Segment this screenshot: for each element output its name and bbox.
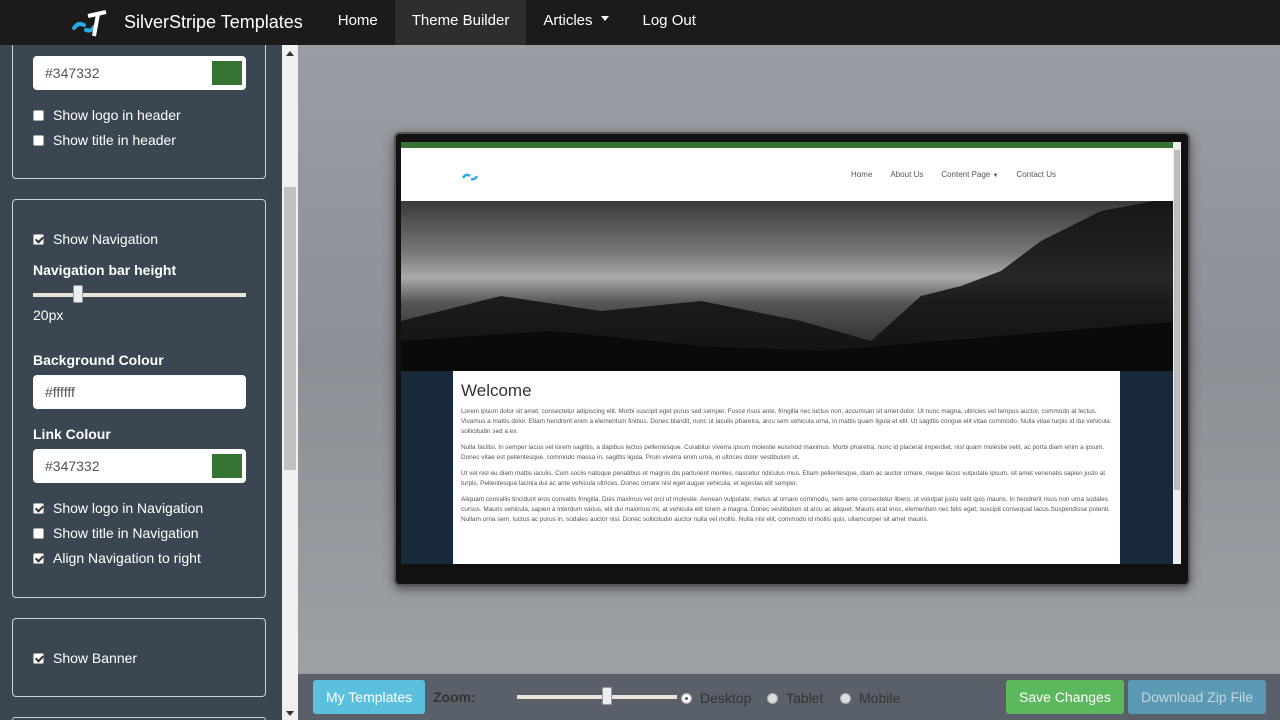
nav-height-label: Navigation bar height <box>33 262 177 278</box>
preview-screen: Home About Us Content Page ▼ Contact Us … <box>401 142 1181 564</box>
radio-icon <box>681 692 692 704</box>
tablet-label: Tablet <box>786 690 824 706</box>
top-navbar: SilverStripe Templates Home Theme Builde… <box>0 0 1280 45</box>
caret-down-icon: ▼ <box>992 173 999 179</box>
nav-articles-label: Articles <box>543 12 593 29</box>
checkbox-icon <box>33 552 44 564</box>
show-banner-label: Show Banner <box>53 650 138 666</box>
slider-handle[interactable] <box>73 285 83 303</box>
link-colour-input[interactable]: #347332 <box>33 449 246 483</box>
show-navigation-label: Show Navigation <box>53 231 159 247</box>
scroll-down-icon[interactable] <box>286 711 294 716</box>
logo-icon[interactable] <box>70 6 110 40</box>
preview-nav-home[interactable]: Home <box>851 170 872 179</box>
preview-banner-image <box>401 201 1181 371</box>
colour-swatch[interactable] <box>212 61 242 85</box>
navigation-settings-panel: Show Navigation Navigation bar height 20… <box>12 199 266 598</box>
zoom-label: Zoom: <box>433 689 476 705</box>
checkbox-icon <box>33 652 44 664</box>
nav-theme-builder[interactable]: Theme Builder <box>394 0 527 45</box>
checkbox-icon <box>33 109 44 121</box>
download-zip-button[interactable]: Download Zip File <box>1128 680 1267 714</box>
show-logo-header-label: Show logo in header <box>53 107 181 123</box>
zoom-slider[interactable] <box>517 687 677 705</box>
bg-colour-input[interactable]: #ffffff <box>33 375 246 409</box>
preview-paragraph: Ut vel nisl eu diam mattis iaculis. Cum … <box>461 470 1106 487</box>
preview-nav-content-label: Content Page <box>941 170 991 179</box>
nav-logout[interactable]: Log Out <box>626 0 713 45</box>
bg-colour-label: Background Colour <box>33 352 164 368</box>
checkbox-icon <box>33 502 44 514</box>
header-settings-panel: #347332 Show logo in header Show title i… <box>12 45 266 179</box>
preview-title: Welcome <box>461 381 532 400</box>
checkbox-icon <box>33 233 44 245</box>
preview-nav-contact[interactable]: Contact Us <box>1016 170 1056 179</box>
radio-icon <box>767 692 778 704</box>
preview-content: Welcome Lorem ipsum dolor sit amet, cons… <box>453 371 1120 564</box>
mountain-image <box>401 201 1181 371</box>
align-nav-right-label: Align Navigation to right <box>53 550 201 566</box>
header-colour-value: #347332 <box>45 65 100 81</box>
show-title-header-label: Show title in header <box>53 132 176 148</box>
radio-icon <box>840 692 851 704</box>
show-logo-nav-checkbox[interactable]: Show logo in Navigation <box>33 500 203 516</box>
show-logo-header-checkbox[interactable]: Show logo in header <box>33 107 181 123</box>
device-radio-mobile[interactable]: Mobile <box>840 690 900 706</box>
preview-area: Home About Us Content Page ▼ Contact Us … <box>298 45 1280 673</box>
device-radio-tablet[interactable]: Tablet <box>767 690 823 706</box>
slider-handle[interactable] <box>602 687 612 705</box>
show-logo-nav-label: Show logo in Navigation <box>53 500 204 516</box>
header-colour-input[interactable]: #347332 <box>33 56 246 90</box>
link-colour-value: #347332 <box>45 458 100 474</box>
settings-sidebar: #347332 Show logo in header Show title i… <box>0 45 282 720</box>
link-colour-label: Link Colour <box>33 426 111 442</box>
scrollbar-thumb[interactable] <box>284 187 296 470</box>
device-radio-desktop[interactable]: Desktop <box>681 690 751 706</box>
scroll-up-icon[interactable] <box>286 51 294 56</box>
sidebar-scrollbar[interactable] <box>282 45 298 720</box>
nav-height-slider[interactable] <box>33 285 246 303</box>
preview-logo-icon <box>461 173 479 181</box>
show-banner-checkbox[interactable]: Show Banner <box>33 650 137 666</box>
show-title-nav-checkbox[interactable]: Show title in Navigation <box>33 525 199 541</box>
preview-scrollbar[interactable] <box>1173 142 1181 564</box>
preview-paragraph: Lorem ipsum dolor sit amet, consectetur … <box>461 408 1110 435</box>
show-title-header-checkbox[interactable]: Show title in header <box>33 132 176 148</box>
preview-scroll-thumb[interactable] <box>1174 150 1180 490</box>
preview-paragraph: Aliquam convallis tincidunt eros convall… <box>461 496 1110 523</box>
nav-home[interactable]: Home <box>321 0 395 45</box>
colour-swatch[interactable] <box>212 454 242 478</box>
desktop-label: Desktop <box>700 690 752 706</box>
preview-header: Home About Us Content Page ▼ Contact Us <box>401 148 1181 201</box>
align-nav-right-checkbox[interactable]: Align Navigation to right <box>33 550 201 566</box>
preview-paragraph: Nulla facilisi. In semper lacus vel lore… <box>461 444 1105 461</box>
nav-height-value: 20px <box>33 307 64 323</box>
caret-down-icon <box>600 15 609 21</box>
my-templates-button[interactable]: My Templates <box>313 680 426 714</box>
show-title-nav-label: Show title in Navigation <box>53 525 199 541</box>
checkbox-icon <box>33 527 44 539</box>
mobile-label: Mobile <box>859 690 901 706</box>
brand-title[interactable]: SilverStripe Templates <box>124 12 303 33</box>
nav-articles[interactable]: Articles <box>526 0 625 45</box>
preview-nav-content[interactable]: Content Page ▼ <box>941 170 998 179</box>
checkbox-icon <box>33 134 44 146</box>
banner-settings-panel: Show Banner <box>12 618 266 697</box>
save-changes-button[interactable]: Save Changes <box>1006 680 1124 714</box>
desktop-device-frame: Home About Us Content Page ▼ Contact Us … <box>394 132 1190 586</box>
preview-nav-about[interactable]: About Us <box>890 170 923 179</box>
bottom-toolbar: My Templates Zoom: Desktop Tablet Mobile… <box>298 673 1280 720</box>
show-navigation-checkbox[interactable]: Show Navigation <box>33 231 158 247</box>
